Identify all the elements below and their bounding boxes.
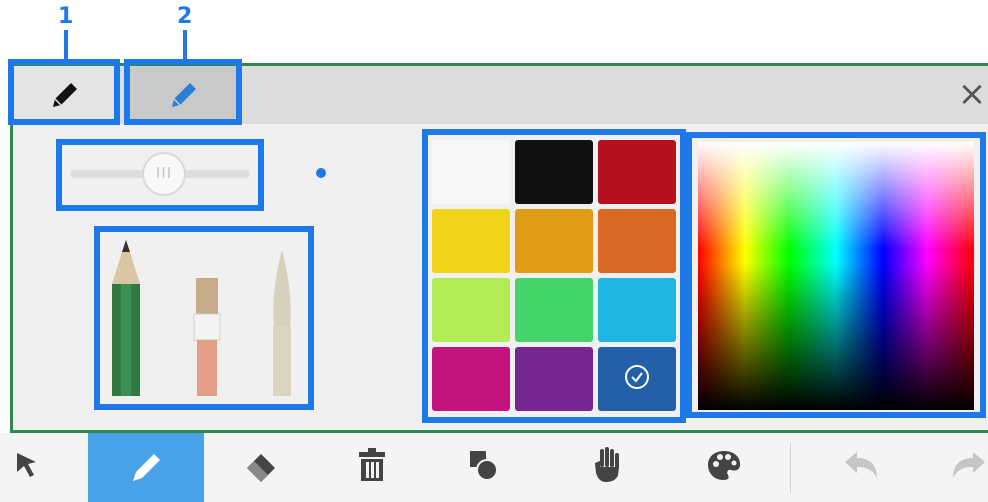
callout-2-line	[183, 30, 187, 62]
thickness-preview-dot	[316, 168, 326, 178]
palette-icon	[706, 449, 742, 486]
eraser-icon	[243, 448, 279, 487]
highlight-box-6	[686, 132, 986, 418]
callout-1: 1	[58, 4, 74, 29]
close-icon[interactable]: ×	[952, 74, 988, 114]
highlight-box-1	[8, 59, 120, 125]
shapes-icon	[468, 449, 498, 486]
highlight-box-4	[94, 226, 314, 410]
redo-button[interactable]	[950, 433, 988, 502]
highlight-box-3	[56, 139, 264, 211]
shapes-tool-button[interactable]	[458, 433, 508, 502]
pan-tool-button[interactable]	[582, 433, 632, 502]
delete-tool-button[interactable]	[342, 433, 402, 502]
trash-icon	[357, 448, 387, 487]
highlight-box-5	[422, 129, 686, 423]
undo-button[interactable]	[836, 433, 886, 502]
undo-icon	[843, 450, 879, 485]
color-tool-button[interactable]	[696, 433, 752, 502]
hand-icon	[592, 447, 622, 488]
pen-icon	[128, 448, 164, 487]
toolbar-divider	[790, 443, 791, 493]
pen-tool-button[interactable]	[88, 433, 204, 502]
redo-icon	[951, 450, 987, 485]
highlight-box-2	[124, 59, 242, 125]
select-arrow-icon	[14, 451, 40, 484]
eraser-tool-button[interactable]	[226, 433, 296, 502]
bottom-toolbar	[0, 433, 988, 502]
callout-1-line	[64, 30, 68, 62]
select-tool-button[interactable]	[0, 433, 54, 502]
callout-2: 2	[177, 4, 193, 29]
